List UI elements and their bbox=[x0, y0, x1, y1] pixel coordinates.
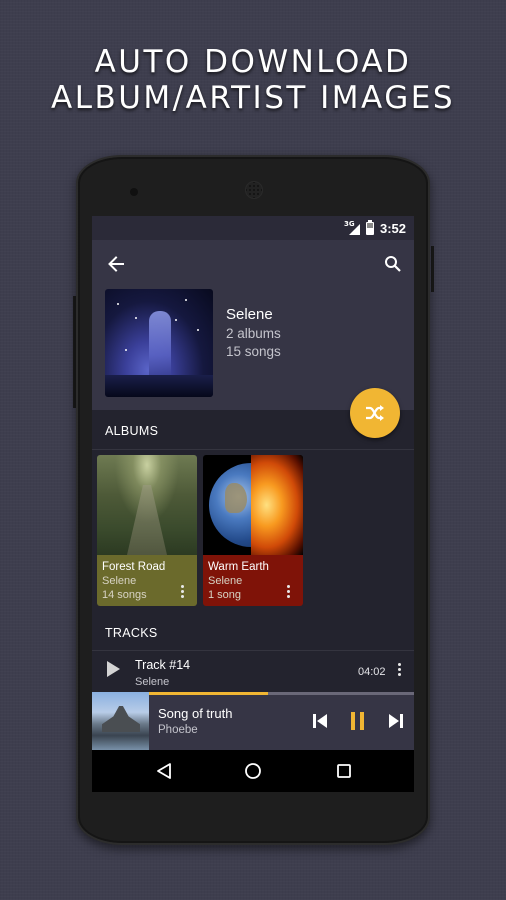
promo-headline-line-2: ALBUM/ARTIST IMAGES bbox=[51, 80, 455, 116]
nav-back-icon bbox=[157, 763, 171, 779]
search-icon bbox=[385, 256, 401, 272]
track-overflow-menu-icon[interactable] bbox=[398, 663, 402, 676]
skip-previous-icon bbox=[313, 714, 327, 728]
album-info: Warm Earth Selene 1 song bbox=[203, 555, 303, 606]
shuffle-icon bbox=[366, 405, 384, 421]
tracks-section-title: TRACKS bbox=[105, 626, 158, 640]
albums-divider bbox=[92, 449, 414, 450]
signal-icon: 3G bbox=[344, 220, 360, 235]
back-button[interactable] bbox=[102, 250, 130, 278]
nav-home-button[interactable] bbox=[241, 760, 265, 782]
skip-next-icon bbox=[389, 714, 403, 728]
album-cover bbox=[97, 455, 197, 555]
track-row[interactable]: Track #14 Selene 04:02 bbox=[92, 650, 414, 692]
arrow-left-icon bbox=[108, 256, 124, 272]
album-title: Warm Earth bbox=[208, 561, 269, 573]
track-title: Track #14 bbox=[135, 658, 191, 672]
status-bar: 3G 3:52 bbox=[92, 216, 414, 240]
promo-headline-line-1: AUTO DOWNLOAD bbox=[94, 44, 412, 80]
artist-header: Selene 2 albums 15 songs bbox=[92, 240, 414, 410]
artist-name: Selene bbox=[226, 306, 273, 323]
track-artist: Selene bbox=[135, 676, 170, 688]
artist-albums-count: 2 albums bbox=[226, 326, 281, 341]
now-playing-cover bbox=[92, 692, 149, 750]
album-overflow-menu-icon[interactable] bbox=[287, 585, 291, 598]
nav-home-icon bbox=[245, 763, 261, 779]
nav-recents-icon bbox=[337, 764, 351, 778]
status-time: 3:52 bbox=[379, 220, 406, 236]
front-camera bbox=[130, 188, 138, 196]
nav-back-button[interactable] bbox=[152, 760, 176, 782]
album-title: Forest Road bbox=[102, 561, 166, 573]
next-button[interactable] bbox=[388, 712, 404, 730]
phone-screen: 3G 3:52 Selene 2 albums 15 songs ALBUMS … bbox=[92, 216, 414, 792]
albums-section-title: ALBUMS bbox=[105, 424, 159, 438]
artist-songs-count: 15 songs bbox=[226, 344, 281, 359]
previous-button[interactable] bbox=[312, 712, 328, 730]
phone-power-button bbox=[431, 246, 434, 292]
playback-progress-bar[interactable] bbox=[149, 692, 414, 695]
shuffle-button[interactable] bbox=[350, 388, 400, 438]
pause-button[interactable] bbox=[349, 712, 367, 730]
playback-progress-fill bbox=[149, 692, 269, 695]
system-nav-bar bbox=[92, 750, 414, 792]
artist-content: ALBUMS Forest Road Selene 14 songs Warm … bbox=[92, 410, 414, 692]
album-card[interactable]: Warm Earth Selene 1 song bbox=[203, 455, 303, 606]
earpiece-speaker bbox=[245, 181, 263, 199]
now-playing-title: Song of truth bbox=[158, 706, 233, 721]
album-info: Forest Road Selene 14 songs bbox=[97, 555, 197, 606]
search-button[interactable] bbox=[379, 250, 407, 278]
mini-player[interactable]: Song of truth Phoebe bbox=[92, 692, 414, 750]
album-cover bbox=[203, 455, 303, 555]
album-card[interactable]: Forest Road Selene 14 songs bbox=[97, 455, 197, 606]
album-overflow-menu-icon[interactable] bbox=[181, 585, 185, 598]
now-playing-artist: Phoebe bbox=[158, 724, 198, 736]
artist-image bbox=[105, 289, 213, 397]
nav-recents-button[interactable] bbox=[332, 760, 356, 782]
battery-charging-icon bbox=[365, 219, 374, 235]
track-duration: 04:02 bbox=[358, 666, 386, 678]
pause-icon bbox=[351, 712, 364, 730]
play-icon[interactable] bbox=[107, 661, 120, 677]
